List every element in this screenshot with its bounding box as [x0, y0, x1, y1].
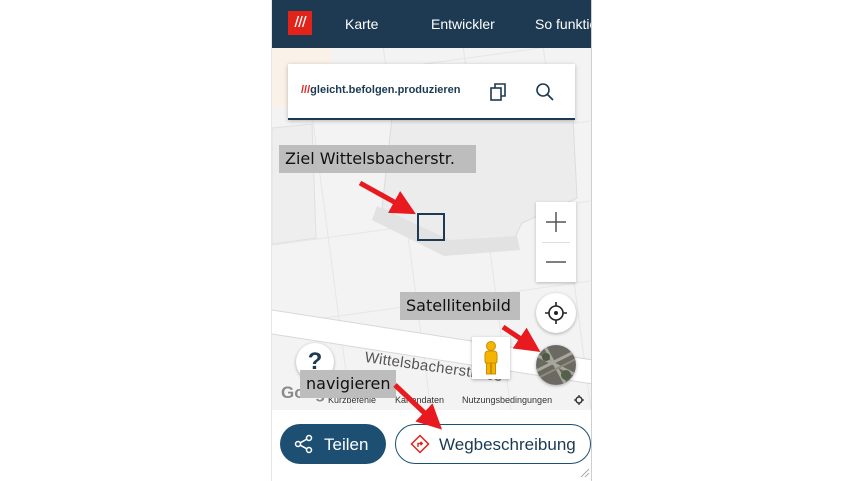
- locate-button[interactable]: [536, 293, 576, 333]
- pegman-icon: [484, 341, 498, 375]
- w3w-address-text: gleicht.befolgen.produzieren: [310, 84, 461, 96]
- share-icon: [294, 434, 313, 454]
- zoom-out-icon[interactable]: [536, 242, 576, 282]
- resize-handle-icon[interactable]: [578, 466, 590, 478]
- nav-link-entwickler[interactable]: Entwickler: [431, 16, 495, 32]
- satellite-view-button[interactable]: [536, 345, 576, 385]
- directions-button[interactable]: Wegbeschreibung: [395, 424, 591, 464]
- top-navigation: /// Karte Entwickler So funktio: [272, 0, 591, 48]
- directions-button-label: Wegbeschreibung: [439, 435, 576, 454]
- share-button-label: Teilen: [324, 435, 369, 454]
- search-icon[interactable]: [534, 81, 556, 103]
- annotation-navigate: navigieren: [300, 370, 396, 398]
- app-viewport: /// Karte Entwickler So funktio ///gleic…: [271, 0, 592, 481]
- bottom-action-bar: Teilen Wegbeschreibung: [272, 410, 591, 481]
- report-icon[interactable]: [574, 395, 584, 405]
- satellite-thumbnail-icon: [536, 345, 576, 385]
- share-button[interactable]: Teilen: [280, 424, 386, 464]
- copy-icon[interactable]: [488, 81, 510, 103]
- w3w-address[interactable]: ///gleicht.befolgen.produzieren: [301, 84, 461, 96]
- annotation-target: Ziel Wittelsbacherstr.: [279, 145, 476, 173]
- w3w-slashes: ///: [301, 84, 311, 96]
- search-card[interactable]: ///gleicht.befolgen.produzieren: [288, 64, 575, 120]
- crosshair-icon: [545, 302, 567, 324]
- nav-link-so-funktioniert[interactable]: So funktio: [535, 16, 591, 32]
- directions-icon: [410, 434, 430, 454]
- zoom-control: [536, 202, 576, 282]
- w3w-logo[interactable]: ///: [288, 11, 312, 35]
- attribution-terms[interactable]: Nutzungsbedingungen: [462, 395, 552, 405]
- target-square-marker[interactable]: [417, 213, 445, 241]
- nav-link-karte[interactable]: Karte: [345, 16, 378, 32]
- attribution-map-data[interactable]: Kartendaten: [395, 395, 444, 405]
- street-view-pegman[interactable]: [472, 337, 510, 379]
- annotation-satellite: Satellitenbild: [400, 292, 520, 320]
- zoom-in-icon[interactable]: [536, 202, 576, 242]
